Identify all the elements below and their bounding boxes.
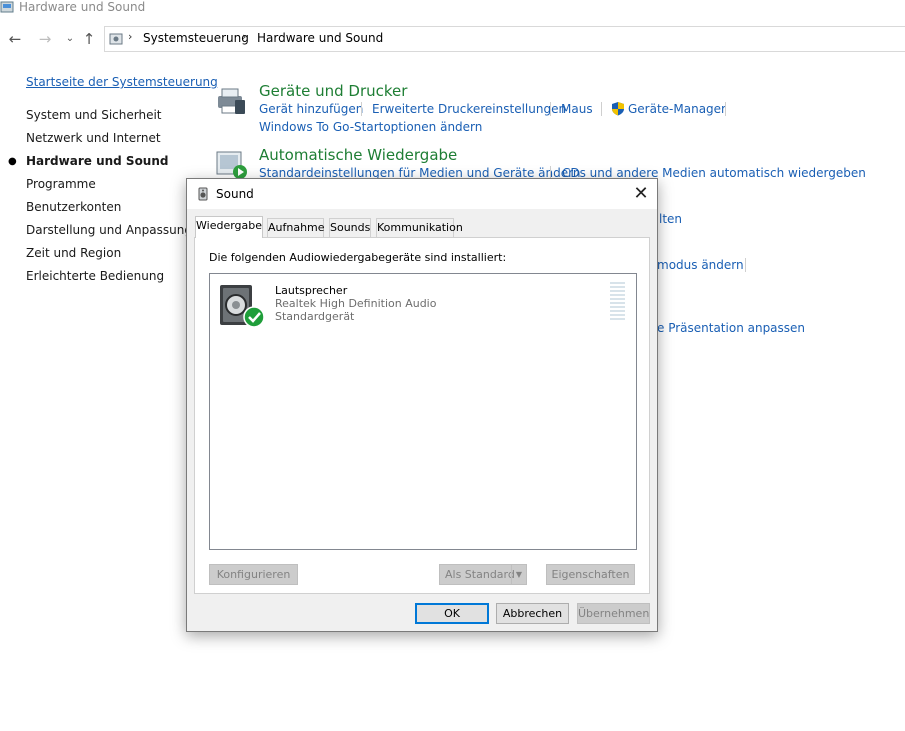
link-mouse[interactable]: Maus: [561, 102, 593, 116]
category-title-autoplay[interactable]: Automatische Wiedergabe: [259, 146, 457, 164]
sidebar-item-zeit-und-region[interactable]: Zeit und Region: [26, 246, 121, 260]
link-partial-1[interactable]: lten: [659, 212, 682, 226]
sidebar-home-link[interactable]: Startseite der Systemsteuerung: [26, 75, 218, 89]
sidebar-item-netzwerk-und-internet[interactable]: Netzwerk und Internet: [26, 131, 161, 145]
control-panel-icon: [0, 1, 14, 13]
window-title: Hardware und Sound: [19, 0, 146, 14]
navigation-bar: ← → ⌄ ↑ › Systemsteuerung › Hardware und…: [0, 24, 905, 54]
device-status: Standardgerät: [275, 310, 355, 323]
active-bullet-icon: ●: [8, 156, 17, 167]
device-driver: Realtek High Definition Audio: [275, 297, 437, 310]
chevron-down-icon[interactable]: ▼: [511, 565, 526, 584]
sidebar-item-darstellung-und-anpassung[interactable]: Darstellung und Anpassung: [26, 223, 192, 237]
link-separator: [361, 102, 362, 116]
control-panel-icon: [109, 33, 123, 45]
link-advanced-printer-settings[interactable]: Erweiterte Druckereinstellungen: [372, 102, 566, 116]
link-separator: [601, 102, 602, 116]
speaker-icon: [198, 187, 208, 201]
printer-icon: [218, 88, 245, 114]
ok-button[interactable]: OK: [415, 603, 489, 624]
link-device-manager[interactable]: Geräte-Manager: [628, 102, 726, 116]
category-title-devices[interactable]: Geräte und Drucker: [259, 82, 407, 100]
configure-button[interactable]: Konfigurieren: [209, 564, 298, 585]
sidebar-item-hardware-und-sound[interactable]: Hardware und Sound: [26, 154, 168, 168]
shield-icon: [612, 102, 624, 116]
link-partial-3[interactable]: e Präsentation anpassen: [657, 321, 805, 335]
sidebar-item-benutzerkonten[interactable]: Benutzerkonten: [26, 200, 121, 214]
sidebar-item-system-und-sicherheit[interactable]: System und Sicherheit: [26, 108, 162, 122]
cancel-button[interactable]: Abbrechen: [496, 603, 569, 624]
link-separator: [745, 258, 746, 272]
chevron-down-icon[interactable]: ⌄: [61, 30, 79, 48]
properties-button[interactable]: Eigenschaften: [546, 564, 635, 585]
dialog-title: Sound: [216, 187, 254, 201]
window-titlebar: Hardware und Sound: [0, 0, 905, 16]
arrow-right-icon[interactable]: →: [36, 30, 54, 48]
volume-level-meter: [610, 282, 625, 322]
apply-button[interactable]: Übernehmen: [577, 603, 650, 624]
list-item[interactable]: Lautsprecher Realtek High Definition Aud…: [210, 274, 636, 334]
sidebar-item-erleichterte-bedienung[interactable]: Erleichterte Bedienung: [26, 269, 164, 283]
close-icon[interactable]: ✕: [625, 179, 657, 209]
breadcrumb-systemsteuerung[interactable]: Systemsteuerung: [143, 31, 249, 45]
arrow-left-icon[interactable]: ←: [6, 30, 24, 48]
tab-aufnahme[interactable]: Aufnahme: [267, 218, 325, 237]
speaker-icon: [220, 285, 265, 328]
sidebar-item-programme[interactable]: Programme: [26, 177, 96, 191]
link-separator: [550, 102, 551, 116]
tab-sounds[interactable]: Sounds: [329, 218, 371, 237]
dialog-titlebar[interactable]: Sound ✕: [187, 179, 657, 209]
set-default-label: Als Standard: [445, 568, 515, 581]
arrow-up-icon[interactable]: ↑: [80, 30, 98, 48]
tab-kommunikation[interactable]: Kommunikation: [376, 218, 463, 237]
breadcrumb-hardware-und-sound[interactable]: Hardware und Sound: [257, 31, 383, 45]
tab-wiedergabe[interactable]: Wiedergabe: [195, 216, 263, 238]
panel-heading: Die folgenden Audiowiedergabegeräte sind…: [209, 251, 507, 264]
link-windows-to-go[interactable]: Windows To Go-Startoptionen ändern: [259, 120, 482, 134]
sound-dialog: Sound ✕ Wiedergabe Aufnahme Sounds Kommu…: [186, 178, 658, 632]
autoplay-icon: [216, 151, 247, 179]
breadcrumb-separator-icon: ›: [128, 30, 133, 43]
link-partial-2[interactable]: modus ändern: [657, 258, 744, 272]
address-bar[interactable]: › Systemsteuerung › Hardware und Sound: [104, 26, 905, 52]
device-list[interactable]: Lautsprecher Realtek High Definition Aud…: [209, 273, 637, 550]
link-add-device[interactable]: Gerät hinzufügen: [259, 102, 363, 116]
breadcrumb-separator-icon: ›: [242, 30, 247, 43]
link-separator: [725, 102, 726, 116]
tab-panel-wiedergabe: Die folgenden Audiowiedergabegeräte sind…: [194, 237, 650, 594]
device-name: Lautsprecher: [275, 284, 348, 297]
set-default-button[interactable]: Als Standard ▼: [439, 564, 527, 585]
